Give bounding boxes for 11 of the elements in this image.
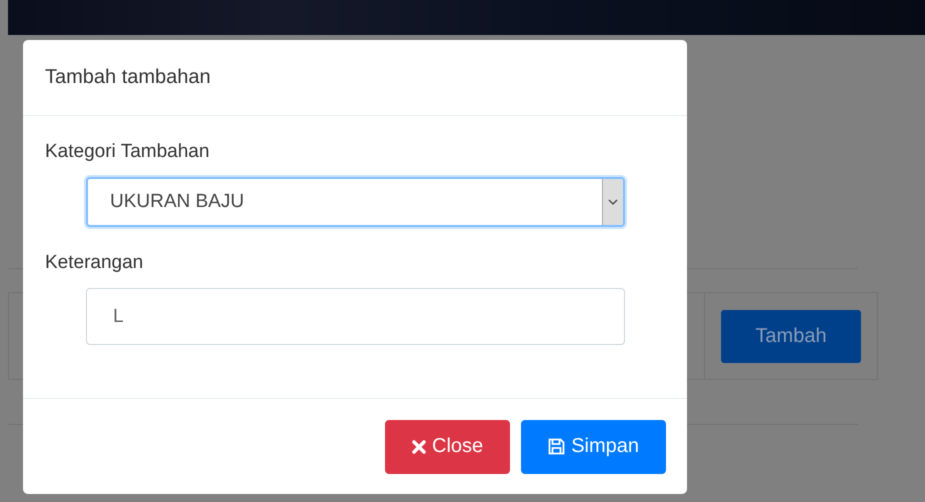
modal-title: Tambah tambahan xyxy=(45,66,211,89)
category-select[interactable]: UKURAN BAJU xyxy=(86,177,625,227)
save-button[interactable]: Simpan xyxy=(521,420,666,474)
close-button[interactable]: Close xyxy=(385,420,510,474)
close-icon xyxy=(412,440,426,454)
chevron-down-icon xyxy=(608,199,618,205)
save-icon xyxy=(548,438,566,455)
add-button[interactable]: Tambah xyxy=(721,310,861,362)
field-label: Keterangan xyxy=(45,252,144,274)
field-label: Kategori Tambahan xyxy=(45,141,210,163)
input-field[interactable]: L xyxy=(86,288,625,345)
